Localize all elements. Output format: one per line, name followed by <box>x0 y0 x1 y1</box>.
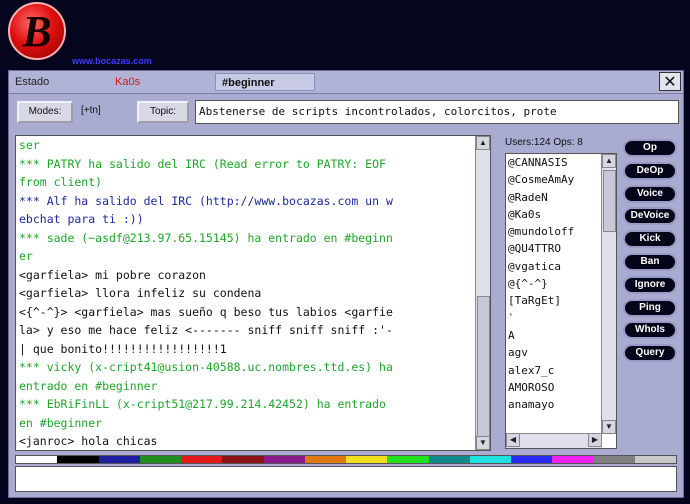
color-swatch[interactable] <box>469 456 511 463</box>
user-list-item[interactable]: A <box>506 327 600 344</box>
color-swatch[interactable] <box>57 456 99 463</box>
userlist-hscrollbar[interactable]: ◀ ▶ <box>506 433 602 448</box>
site-url[interactable]: www.bocazas.com <box>72 56 152 66</box>
chat-line: er <box>19 249 33 263</box>
user-list-item[interactable]: @{^-^} <box>506 275 600 292</box>
user-list-item[interactable]: @RadeN <box>506 189 600 206</box>
chat-line: ebchat para ti :)) <box>19 212 144 226</box>
color-swatch[interactable] <box>181 456 223 463</box>
chat-log[interactable]: ser *** PATRY ha salido del IRC (Read err… <box>15 135 491 451</box>
bocazas-logo: B <box>8 2 66 60</box>
user-list-item[interactable]: alex7_c <box>506 362 600 379</box>
user-list-item[interactable]: @CANNASIS <box>506 154 600 171</box>
chat-line: <garfiela> llora infeliz su condena <box>19 286 262 300</box>
voice-button[interactable]: Voice <box>623 184 677 203</box>
user-list-item[interactable]: @Ka0s <box>506 206 600 223</box>
color-swatch[interactable] <box>346 456 388 463</box>
topic-input[interactable]: Abstenerse de scripts incontrolados, col… <box>195 100 679 124</box>
user-list-item[interactable]: @CosmeAmAy <box>506 171 600 188</box>
chat-line: *** sade (~asdf@213.97.65.15145) ha entr… <box>19 230 393 245</box>
userlist-scroll-left-icon[interactable]: ◀ <box>506 433 520 447</box>
chat-line: entrado en #beginner <box>19 378 158 393</box>
color-swatch[interactable] <box>139 456 181 463</box>
user-list-item[interactable]: agv <box>506 344 600 361</box>
op-button[interactable]: Op <box>623 139 677 157</box>
tab-ka0s[interactable]: Ka0s <box>109 73 211 91</box>
chat-line: <garfiela> mi pobre corazon <box>19 267 206 282</box>
user-list-item[interactable]: [TaRgEt] <box>506 292 600 309</box>
message-input[interactable] <box>15 466 677 492</box>
user-list-item[interactable]: anamayo <box>506 396 600 413</box>
devoice-button[interactable]: DeVoice <box>623 207 677 226</box>
tab-bar: Estado Ka0s #beginner ✕ <box>9 71 683 94</box>
user-items: @CANNASIS @CosmeAmAy @RadeN @Ka0s @mundoloff… <box>506 154 616 413</box>
chat-line: la> y eso me hace feliz <------- sniff s… <box>19 323 393 337</box>
userlist-vscrollbar[interactable]: ▲ ▼ <box>601 154 616 434</box>
chat-line: *** Alf ha salido del IRC (http://www.bo… <box>19 193 393 208</box>
color-swatch[interactable] <box>634 456 676 463</box>
modes-value: [+tn] <box>81 105 101 116</box>
userlist-scroll-down-icon[interactable]: ▼ <box>602 420 616 434</box>
chat-scrollbar[interactable]: ▲ ▼ <box>475 136 490 450</box>
deop-button[interactable]: DeOp <box>623 161 677 180</box>
color-swatch[interactable] <box>511 456 553 463</box>
ping-button[interactable]: Ping <box>623 298 677 317</box>
chat-line: from client) <box>19 175 103 189</box>
userlist-scroll-up-icon[interactable]: ▲ <box>602 154 616 168</box>
scroll-up-icon[interactable]: ▲ <box>476 136 490 150</box>
scroll-thumb[interactable] <box>477 296 490 438</box>
color-swatch[interactable] <box>16 456 58 463</box>
user-list[interactable]: @CANNASIS @CosmeAmAy @RadeN @Ka0s @mundoloff… <box>505 153 617 449</box>
user-list-item[interactable]: AMOROSO <box>506 379 600 396</box>
userlist-scroll-right-icon[interactable]: ▶ <box>588 433 602 447</box>
chat-line: <janroc> hola chicas <box>19 434 158 448</box>
user-list-item[interactable]: @QU4TTRO <box>506 240 600 257</box>
color-swatch[interactable] <box>387 456 429 463</box>
scroll-down-icon[interactable]: ▼ <box>476 436 490 450</box>
chat-line: en #beginner <box>19 415 103 430</box>
color-swatch[interactable] <box>98 456 140 463</box>
topic-button[interactable]: Topic: <box>137 101 189 123</box>
query-button[interactable]: Query <box>623 344 677 363</box>
chat-line: ser <box>19 138 40 152</box>
user-list-item[interactable]: @vgatica <box>506 258 600 275</box>
color-swatch[interactable] <box>552 456 594 463</box>
whois-button[interactable]: WhoIs <box>623 321 677 340</box>
channel-toolbar: Modes: [+tn] Topic: Abstenerse de script… <box>9 97 683 129</box>
color-swatch[interactable] <box>428 456 470 463</box>
user-list-item[interactable]: ` <box>506 310 600 327</box>
ignore-button[interactable]: Ignore <box>623 275 677 294</box>
color-swatch[interactable] <box>263 456 305 463</box>
kick-button[interactable]: Kick <box>623 230 677 249</box>
userlist-scroll-thumb[interactable] <box>603 170 616 232</box>
irc-window: Estado Ka0s #beginner ✕ Modes: [+tn] Top… <box>8 70 684 498</box>
chat-line: *** EbRiFinLL (x-cript51@217.99.214.4245… <box>19 397 386 411</box>
tab-estado[interactable]: Estado <box>9 73 105 91</box>
tab-beginner[interactable]: #beginner <box>215 73 315 91</box>
chat-line: <{^-^}> <garfiela> mas sueño q beso tus … <box>19 304 393 319</box>
chat-line: *** vicky (x-cript41@usion-40588.uc.nomb… <box>19 360 393 374</box>
color-swatch[interactable] <box>593 456 635 463</box>
close-icon[interactable]: ✕ <box>659 72 681 91</box>
chat-line: | que bonito!!!!!!!!!!!!!!!!!1 <box>19 341 227 356</box>
color-swatch[interactable] <box>304 456 346 463</box>
chat-line: *** PATRY ha salido del IRC (Read error … <box>19 156 386 171</box>
modes-button[interactable]: Modes: <box>17 101 73 123</box>
header-banner: B www.bocazas.com <box>0 0 690 72</box>
color-palette <box>15 455 677 464</box>
users-count: Users:124 Ops: 8 <box>505 137 583 148</box>
user-list-item[interactable]: @mundoloff <box>506 223 600 240</box>
logo-letter: B <box>22 7 52 56</box>
color-swatch[interactable] <box>222 456 264 463</box>
chat-lines: ser *** PATRY ha salido del IRC (Read err… <box>19 136 475 450</box>
ban-button[interactable]: Ban <box>623 253 677 271</box>
